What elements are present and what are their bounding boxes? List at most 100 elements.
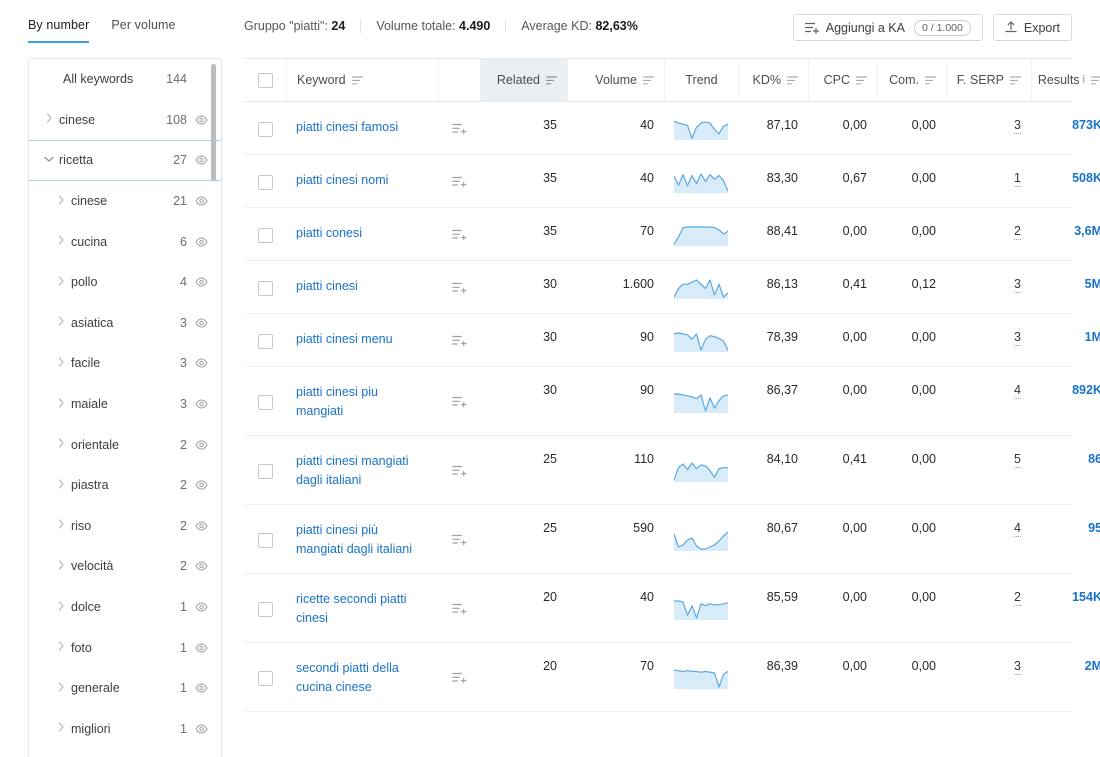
fserp-value[interactable]: 3 xyxy=(1014,277,1021,293)
sidebar-item-piastra-10[interactable]: piastra 2 xyxy=(29,465,221,506)
eye-icon[interactable] xyxy=(195,724,209,734)
eye-icon[interactable] xyxy=(195,602,209,612)
column-header-keyword[interactable]: Keyword xyxy=(286,59,438,101)
sidebar-item-maiale-8[interactable]: maiale 3 xyxy=(29,384,221,425)
results-link[interactable]: 892K xyxy=(1072,383,1100,397)
row-checkbox[interactable] xyxy=(257,463,273,479)
keyword-link[interactable]: piatti cinesi nomi xyxy=(296,171,388,190)
eye-icon[interactable] xyxy=(195,399,209,409)
fserp-value[interactable]: 3 xyxy=(1014,659,1021,675)
results-link[interactable]: 154K xyxy=(1072,590,1100,604)
keyword-link[interactable]: piatti cinesi piu mangiati xyxy=(296,383,428,421)
eye-icon[interactable] xyxy=(195,196,209,206)
chevron-right-icon[interactable] xyxy=(51,316,71,329)
fserp-value[interactable]: 2 xyxy=(1014,224,1021,240)
select-all-checkbox[interactable] xyxy=(257,72,273,88)
column-header-related[interactable]: Related xyxy=(480,59,567,101)
sidebar-item-facile-7[interactable]: facile 3 xyxy=(29,343,221,384)
eye-icon[interactable] xyxy=(195,561,209,571)
sidebar-item-all-keywords-0[interactable]: All keywords 144 xyxy=(29,59,221,100)
column-header-fserp[interactable]: F. SERP xyxy=(946,59,1031,101)
chevron-right-icon[interactable] xyxy=(51,641,71,654)
add-to-list-icon[interactable] xyxy=(451,282,467,294)
eye-icon[interactable] xyxy=(195,358,209,368)
sidebar-item-migliori-16[interactable]: migliori 1 xyxy=(29,709,221,750)
keyword-link[interactable]: piatti cinesi menu xyxy=(296,330,393,349)
add-to-list-icon[interactable] xyxy=(451,603,467,615)
add-to-list-icon[interactable] xyxy=(451,176,467,188)
column-header-com[interactable]: Com. xyxy=(877,59,946,101)
row-checkbox[interactable] xyxy=(257,280,273,296)
keyword-link[interactable]: piatti cinesi più mangiati dagli italian… xyxy=(296,521,428,559)
eye-icon[interactable] xyxy=(195,115,209,125)
export-button[interactable]: Export xyxy=(992,14,1072,41)
sidebar-item-cucina-4[interactable]: cucina 6 xyxy=(29,221,221,262)
column-header-results[interactable]: Results i xyxy=(1031,59,1100,101)
chevron-right-icon[interactable] xyxy=(51,722,71,735)
keyword-link[interactable]: piatti conesi xyxy=(296,224,362,243)
row-checkbox[interactable] xyxy=(257,394,273,410)
eye-icon[interactable] xyxy=(195,155,209,165)
sidebar-item-ricetta-2[interactable]: ricetta 27 xyxy=(29,140,221,181)
chevron-right-icon[interactable] xyxy=(51,600,71,614)
fserp-value[interactable]: 2 xyxy=(1014,590,1021,606)
row-checkbox[interactable] xyxy=(257,227,273,243)
row-checkbox[interactable] xyxy=(257,532,273,548)
results-link[interactable]: 2M xyxy=(1085,659,1100,673)
fserp-value[interactable]: 4 xyxy=(1014,383,1021,399)
fserp-value[interactable]: 4 xyxy=(1014,521,1021,537)
eye-icon[interactable] xyxy=(195,440,209,450)
chevron-down-icon[interactable] xyxy=(39,155,59,166)
column-header-volume[interactable]: Volume xyxy=(567,59,664,101)
tab-per-volume[interactable]: Per volume xyxy=(111,18,175,43)
add-to-ka-button[interactable]: Aggiungi a KA 0 / 1.000 xyxy=(792,14,983,41)
keyword-link[interactable]: secondi piatti della cucina cinese xyxy=(296,659,428,697)
add-to-list-icon[interactable] xyxy=(451,672,467,684)
eye-icon[interactable] xyxy=(195,277,209,287)
results-link[interactable]: 1M xyxy=(1085,330,1100,344)
sidebar-item-cinese-3[interactable]: cinese 21 xyxy=(29,181,221,222)
sidebar-item-asiatica-6[interactable]: asiatica 3 xyxy=(29,303,221,344)
results-link[interactable]: 3,6M xyxy=(1074,224,1100,238)
eye-icon[interactable] xyxy=(195,237,209,247)
info-icon[interactable]: i xyxy=(1083,74,1085,86)
chevron-right-icon[interactable] xyxy=(51,235,71,248)
fserp-value[interactable]: 3 xyxy=(1014,330,1021,346)
sidebar-item-foto-14[interactable]: foto 1 xyxy=(29,627,221,668)
chevron-right-icon[interactable] xyxy=(51,357,71,370)
fserp-value[interactable]: 5 xyxy=(1014,452,1021,468)
row-checkbox[interactable] xyxy=(257,174,273,190)
eye-icon[interactable] xyxy=(195,683,209,693)
sidebar-item-velocità-12[interactable]: velocità 2 xyxy=(29,546,221,587)
add-to-list-icon[interactable] xyxy=(451,123,467,135)
results-link[interactable]: 5M xyxy=(1085,277,1100,291)
chevron-right-icon[interactable] xyxy=(51,194,71,208)
chevron-right-icon[interactable] xyxy=(51,682,71,695)
add-to-list-icon[interactable] xyxy=(451,534,467,546)
eye-icon[interactable] xyxy=(195,318,209,328)
add-to-list-icon[interactable] xyxy=(451,335,467,347)
row-checkbox[interactable] xyxy=(257,601,273,617)
sidebar-item-orientale-9[interactable]: orientale 2 xyxy=(29,424,221,465)
fserp-value[interactable]: 1 xyxy=(1014,171,1021,187)
keyword-link[interactable]: piatti cinesi mangiati dagli italiani xyxy=(296,452,428,490)
sidebar-scrollbar[interactable] xyxy=(211,64,216,181)
fserp-value[interactable]: 3 xyxy=(1014,118,1021,134)
column-header-kd[interactable]: KD% xyxy=(738,59,808,101)
chevron-right-icon[interactable] xyxy=(51,479,71,492)
chevron-right-icon[interactable] xyxy=(51,397,71,411)
row-checkbox[interactable] xyxy=(257,670,273,686)
results-link[interactable]: 873K xyxy=(1072,118,1100,132)
keyword-link[interactable]: piatti cinesi famosi xyxy=(296,118,398,137)
results-link[interactable]: 95 xyxy=(1088,521,1100,535)
sidebar-item-dolce-13[interactable]: dolce 1 xyxy=(29,587,221,628)
chevron-right-icon[interactable] xyxy=(39,113,59,126)
eye-icon[interactable] xyxy=(195,521,209,531)
sidebar-item-pollo-5[interactable]: pollo 4 xyxy=(29,262,221,303)
sidebar-item-cinese-1[interactable]: cinese 108 xyxy=(29,100,221,141)
results-link[interactable]: 508K xyxy=(1072,171,1100,185)
sidebar-item-generale-15[interactable]: generale 1 xyxy=(29,668,221,709)
eye-icon[interactable] xyxy=(195,643,209,653)
column-header-cpc[interactable]: CPC xyxy=(808,59,877,101)
add-to-list-icon[interactable] xyxy=(451,396,467,408)
